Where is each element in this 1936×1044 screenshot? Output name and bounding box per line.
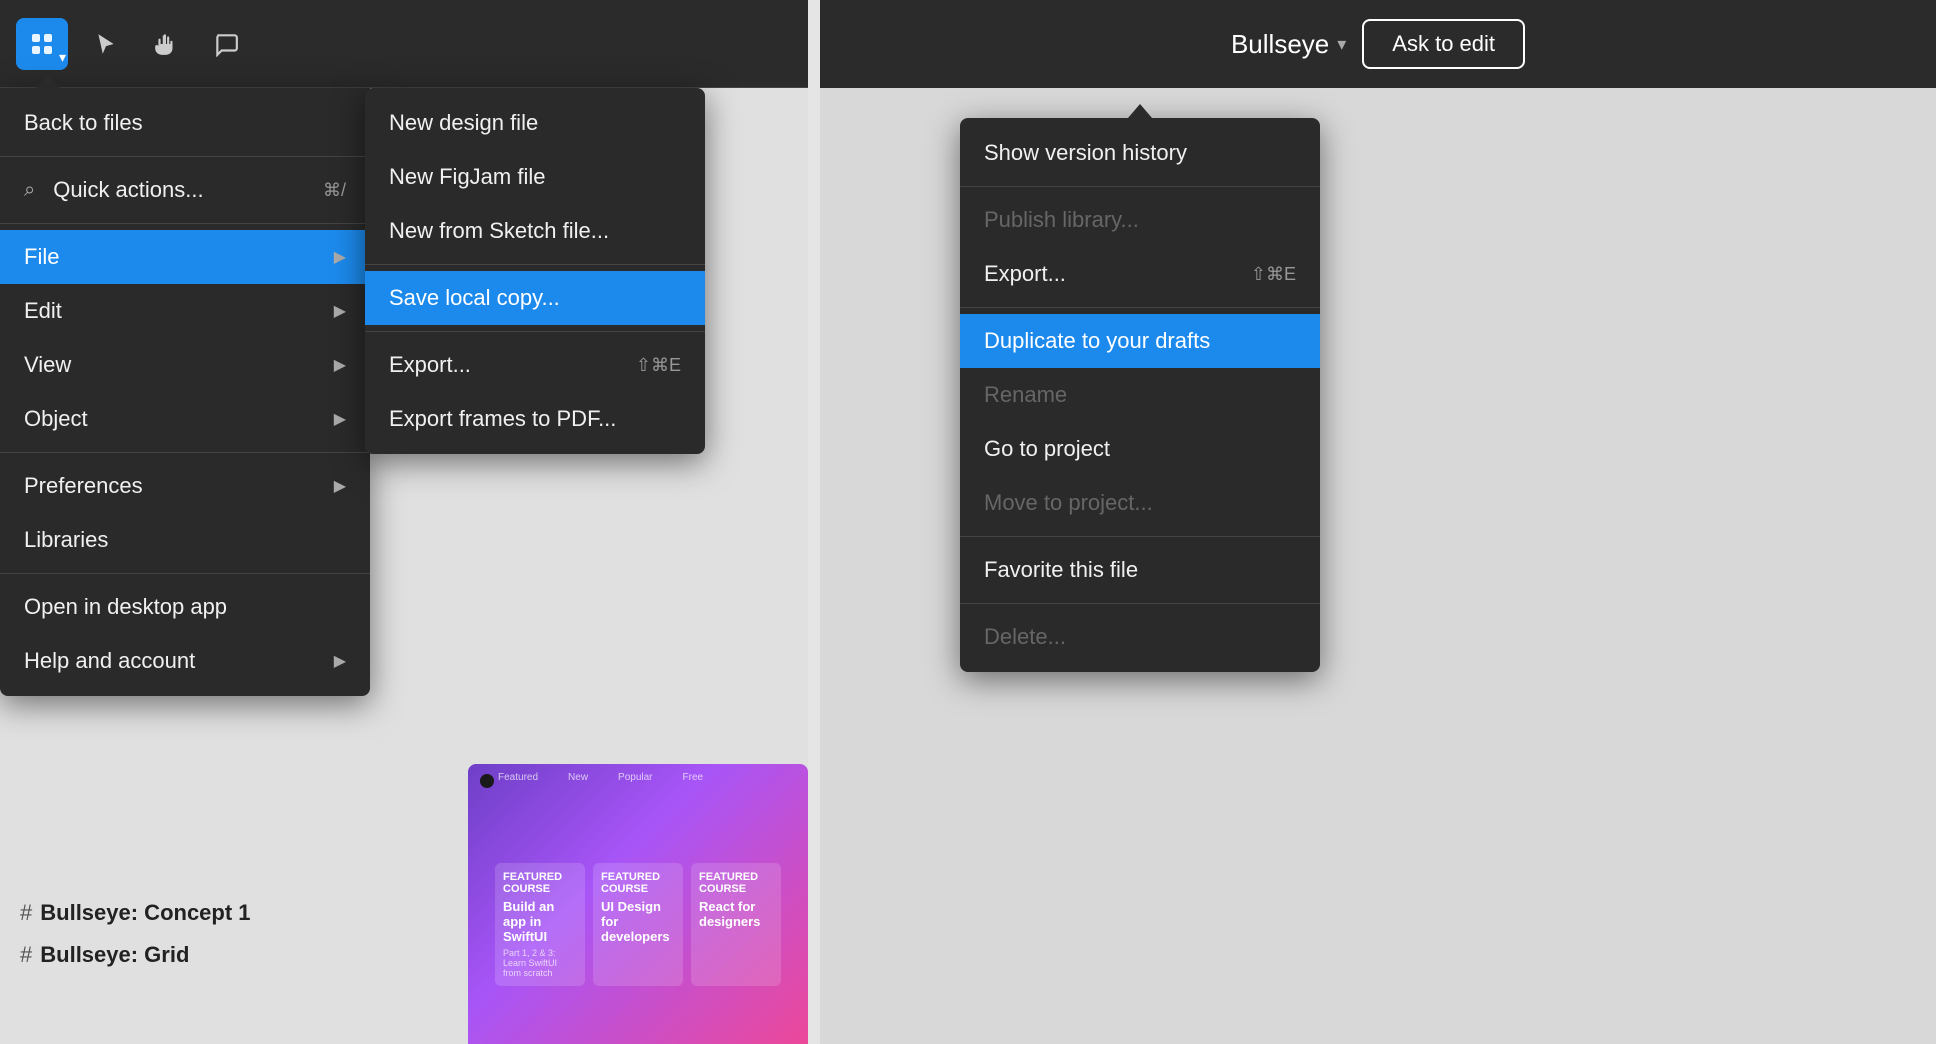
comment-tool[interactable] [204,22,248,66]
show-version-history-item[interactable]: Show version history [960,126,1320,180]
view-menu-item[interactable]: View ▶ [0,338,370,392]
object-menu-item[interactable]: Object ▶ [0,392,370,446]
right-menu-caret [1128,104,1152,118]
figma-logo-button[interactable]: ▾ [16,18,68,70]
right-divider-1 [960,186,1320,187]
move-tool[interactable] [84,22,128,66]
right-export-item[interactable]: Export... ⇧⌘E [960,247,1320,301]
file-menu-item[interactable]: File ▶ [0,230,370,284]
publish-library-item: Publish library... [960,193,1320,247]
ask-to-edit-button[interactable]: Ask to edit [1362,19,1525,69]
quick-actions-item[interactable]: ⌕ Quick actions... ⌘/ [0,163,370,217]
back-to-files-item[interactable]: Back to files [0,96,370,150]
right-panel: Bullseye ▾ Ask to edit Show version hist… [820,0,1936,1044]
edit-menu-item[interactable]: Edit ▶ [0,284,370,338]
open-desktop-item[interactable]: Open in desktop app [0,580,370,634]
file-arrow-icon: ▶ [334,247,346,267]
save-local-copy-item[interactable]: Save local copy... [365,271,705,325]
thumb-card-1: FEATURED COURSE Build an app in SwiftUI … [495,863,585,986]
go-to-project-item[interactable]: Go to project [960,422,1320,476]
left-panel: ▾ # Bullseye: Concept 1 # [0,0,808,1044]
delete-item: Delete... [960,610,1320,664]
right-divider-3 [960,536,1320,537]
left-menu-caret [36,74,60,88]
right-dropdown-menu: Show version history Publish library... … [960,118,1320,672]
new-figjam-item[interactable]: New FigJam file [365,150,705,204]
move-to-project-item: Move to project... [960,476,1320,530]
left-toolbar: ▾ [0,0,808,88]
right-divider-4 [960,603,1320,604]
left-dropdown-menu: Back to files ⌕ Quick actions... ⌘/ File… [0,88,370,696]
frame-label-concept: # Bullseye: Concept 1 [20,900,251,926]
duplicate-drafts-item[interactable]: Duplicate to your drafts [960,314,1320,368]
thumb-card-2: FEATURED COURSE UI Design for developers [593,863,683,986]
favorite-file-item[interactable]: Favorite this file [960,543,1320,597]
right-divider-2 [960,307,1320,308]
menu-divider-3 [0,452,370,453]
sub-divider-2 [365,331,705,332]
sub-divider-1 [365,264,705,265]
menu-divider-2 [0,223,370,224]
menu-divider-1 [0,156,370,157]
right-toolbar: Bullseye ▾ Ask to edit [820,0,1936,88]
export-frames-pdf-item[interactable]: Export frames to PDF... [365,392,705,446]
object-arrow-icon: ▶ [334,409,346,429]
thumbnail-preview: Featured New Popular Free FEATURED COURS… [468,764,808,1044]
help-account-item[interactable]: Help and account ▶ [0,634,370,688]
preferences-menu-item[interactable]: Preferences ▶ [0,459,370,513]
file-submenu: New design file New FigJam file New from… [365,88,705,454]
view-arrow-icon: ▶ [334,355,346,375]
menu-divider-4 [0,573,370,574]
edit-arrow-icon: ▶ [334,301,346,321]
right-canvas: Show version history Publish library... … [820,88,1936,1044]
export-item[interactable]: Export... ⇧⌘E [365,338,705,392]
new-from-sketch-item[interactable]: New from Sketch file... [365,204,705,258]
hand-tool[interactable] [144,22,188,66]
rename-item: Rename [960,368,1320,422]
search-icon: ⌕ [24,179,35,202]
new-design-file-item[interactable]: New design file [365,96,705,150]
project-caret-icon: ▾ [1337,34,1346,55]
frame-label-grid: # Bullseye: Grid [20,942,251,968]
libraries-menu-item[interactable]: Libraries [0,513,370,567]
thumb-card-3: FEATURED COURSE React for designers [691,863,781,986]
help-arrow-icon: ▶ [334,651,346,671]
project-name-button[interactable]: Bullseye ▾ [1231,29,1346,60]
frame-labels: # Bullseye: Concept 1 # Bullseye: Grid [20,900,251,984]
preferences-arrow-icon: ▶ [334,476,346,496]
